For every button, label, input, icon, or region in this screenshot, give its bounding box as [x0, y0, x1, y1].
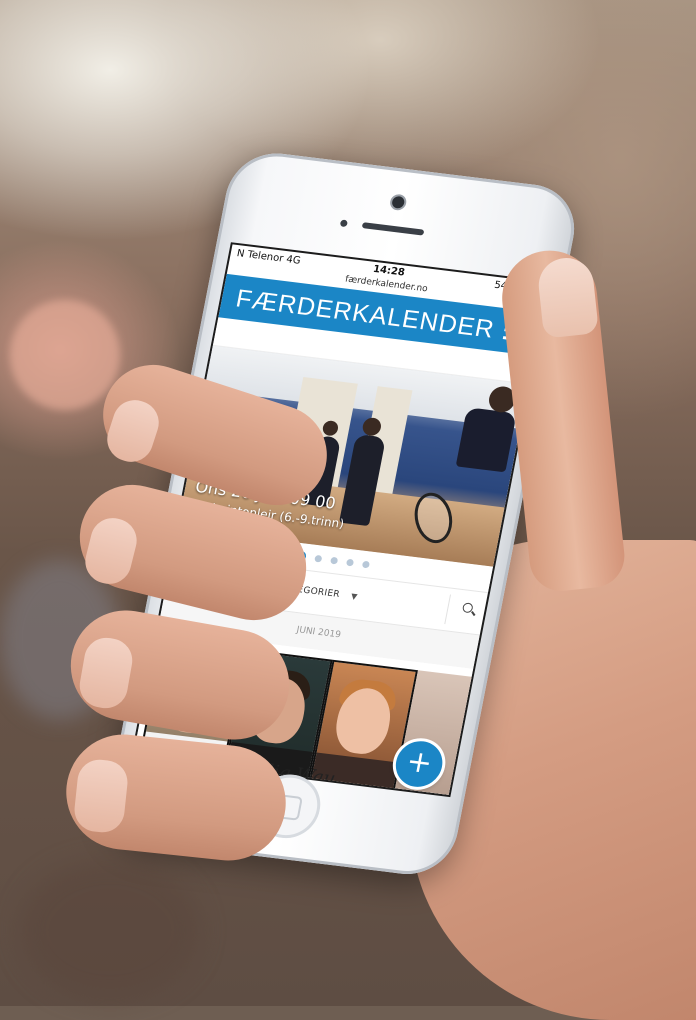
front-camera: [391, 195, 406, 209]
carousel-dot[interactable]: [345, 558, 355, 566]
player-foreground: [455, 407, 517, 473]
carousel-dot[interactable]: [361, 560, 371, 568]
search-icon[interactable]: [461, 602, 474, 614]
divider: [444, 594, 452, 625]
earpiece-speaker: [361, 222, 425, 236]
carousel-dot[interactable]: [314, 554, 323, 563]
chevron-down-icon[interactable]: ▼: [350, 592, 358, 602]
carousel-dot[interactable]: [330, 556, 339, 565]
proximity-sensor: [339, 219, 348, 228]
